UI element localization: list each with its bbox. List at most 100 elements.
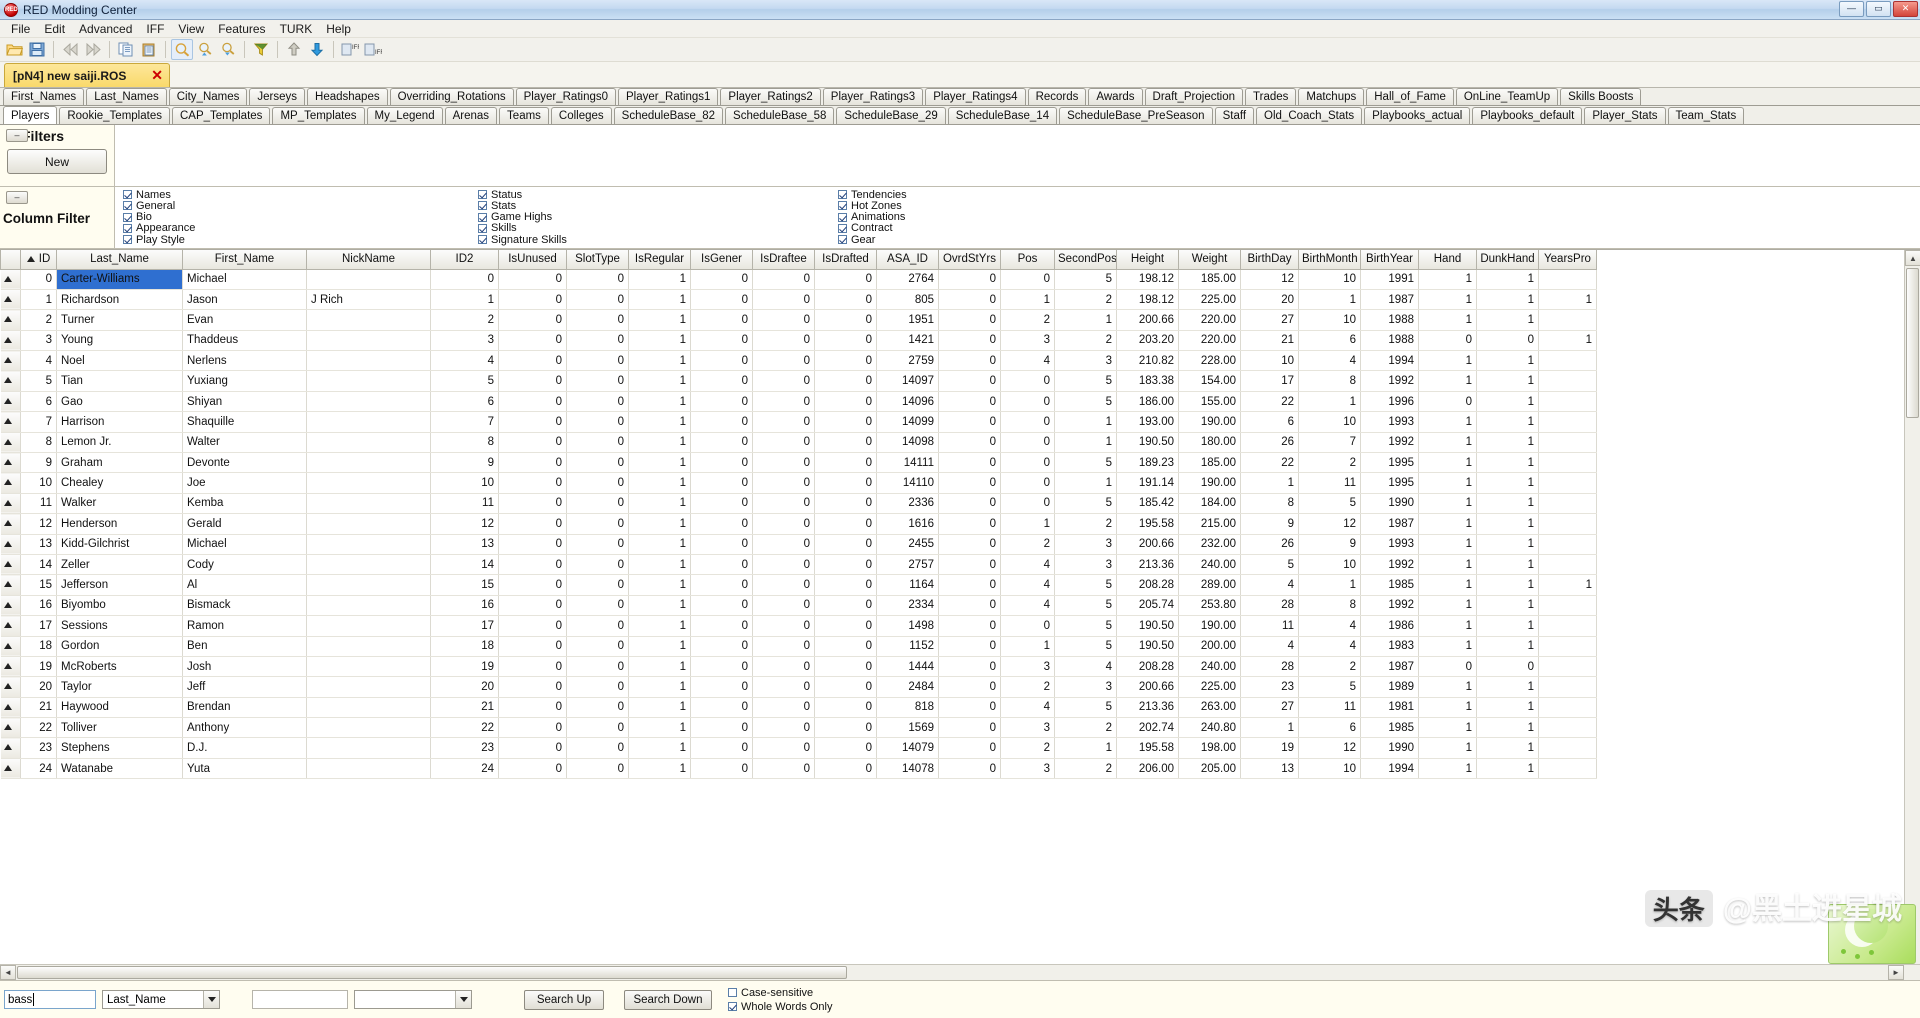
cell-nickname[interactable] (306, 595, 431, 617)
cell-isregular[interactable]: 1 (628, 737, 691, 759)
table-row[interactable]: 17 Sessions Ramon 17 0 0 1 0 0 0 1498 0 0 5 190.50 190.… (0, 615, 1597, 637)
cell-isgener[interactable]: 0 (690, 717, 753, 739)
new-filter-button[interactable]: New (7, 149, 107, 174)
cell-secondpos[interactable]: 5 (1054, 452, 1117, 474)
cell-yearspro[interactable] (1538, 391, 1597, 413)
cell-weight[interactable]: 185.00 (1178, 269, 1241, 290)
cell-weight[interactable]: 220.00 (1178, 309, 1241, 331)
cell-hand[interactable]: 1 (1418, 452, 1477, 474)
cell-birthmonth[interactable]: 1 (1298, 391, 1361, 413)
cell-slottype[interactable]: 0 (566, 574, 629, 596)
cell-ovrdstyrs[interactable]: 0 (938, 656, 1001, 678)
cell-birthyear[interactable]: 1990 (1360, 493, 1419, 515)
cell-isunused[interactable]: 0 (498, 309, 567, 331)
cell-weight[interactable]: 190.00 (1178, 411, 1241, 433)
cell-isregular[interactable]: 1 (628, 289, 691, 311)
cell-height[interactable]: 208.28 (1116, 656, 1179, 678)
tab-old-coach-stats[interactable]: Old_Coach_Stats (1256, 107, 1363, 124)
cell-isregular[interactable]: 1 (628, 534, 691, 555)
cell-asa_id[interactable]: 1569 (876, 717, 939, 739)
cell-height[interactable]: 206.00 (1116, 758, 1179, 780)
cell-isgener[interactable]: 0 (690, 513, 753, 535)
column-header-weight[interactable]: Weight (1178, 250, 1241, 270)
cell-birthday[interactable]: 1 (1240, 717, 1299, 739)
cell-isgener[interactable]: 0 (690, 636, 753, 657)
cell-dunkhand[interactable]: 1 (1476, 432, 1539, 454)
cell-isunused[interactable]: 0 (498, 330, 567, 352)
cell-id[interactable]: 18 (20, 636, 57, 657)
file-tab-ros[interactable]: [pN4] new saiji.ROS ✕ (4, 63, 170, 87)
tab-schedulebase-29[interactable]: ScheduleBase_29 (836, 107, 946, 124)
cell-hand[interactable]: 0 (1418, 330, 1477, 352)
horizontal-scroll-thumb[interactable] (17, 966, 847, 979)
cell-pos[interactable]: 0 (1000, 391, 1055, 413)
cell-id[interactable]: 24 (20, 758, 57, 780)
cell-nickname[interactable] (306, 472, 431, 494)
cell-isdraftee[interactable]: 0 (752, 391, 815, 413)
cell-asa_id[interactable]: 1152 (876, 636, 939, 657)
cell-id[interactable]: 19 (20, 656, 57, 678)
cell-birthyear[interactable]: 1991 (1360, 269, 1419, 290)
cell-id2[interactable]: 15 (430, 574, 499, 596)
tab-team-stats[interactable]: Team_Stats (1667, 107, 1745, 124)
cell-isregular[interactable]: 1 (628, 370, 691, 392)
open-folder-icon[interactable] (3, 39, 25, 60)
cell-isdrafted[interactable]: 0 (814, 309, 877, 331)
cell-secondpos[interactable]: 5 (1054, 595, 1117, 617)
cell-last_name[interactable]: Watanabe (56, 758, 183, 780)
cell-height[interactable]: 213.36 (1116, 554, 1179, 576)
cell-nickname[interactable] (306, 534, 431, 555)
table-row[interactable]: 14 Zeller Cody 14 0 0 1 0 0 0 2757 0 4 3 213.36 240.00 5… (0, 554, 1597, 576)
filters-collapse-button[interactable]: – (6, 129, 28, 142)
copy-icon[interactable] (115, 39, 137, 60)
cell-slottype[interactable]: 0 (566, 737, 629, 759)
cell-isdrafted[interactable]: 0 (814, 636, 877, 657)
cell-yearspro[interactable] (1538, 472, 1597, 494)
cell-birthyear[interactable]: 1994 (1360, 350, 1419, 372)
cell-isregular[interactable]: 1 (628, 615, 691, 637)
paste-icon[interactable] (138, 39, 160, 60)
cell-ovrdstyrs[interactable]: 0 (938, 391, 1001, 413)
cell-nickname[interactable]: J Rich (306, 289, 431, 311)
cell-hand[interactable]: 1 (1418, 269, 1477, 290)
cell-last_name[interactable]: Chealey (56, 472, 183, 494)
cell-first_name[interactable]: Josh (182, 656, 307, 678)
cell-weight[interactable]: 180.00 (1178, 432, 1241, 454)
cell-isgener[interactable]: 0 (690, 574, 753, 596)
row-selector[interactable] (0, 330, 21, 352)
zoom-out-icon[interactable] (217, 39, 239, 60)
column-filter-option[interactable]: Game Highs (478, 211, 838, 223)
cell-isunused[interactable]: 0 (498, 269, 567, 290)
cell-isregular[interactable]: 1 (628, 574, 691, 596)
cell-isdraftee[interactable]: 0 (752, 289, 815, 311)
cell-isdraftee[interactable]: 0 (752, 370, 815, 392)
cell-dunkhand[interactable]: 1 (1476, 309, 1539, 331)
cell-birthday[interactable]: 28 (1240, 656, 1299, 678)
cell-birthday[interactable]: 4 (1240, 574, 1299, 596)
cell-asa_id[interactable]: 2484 (876, 676, 939, 698)
row-selector[interactable] (0, 391, 21, 413)
cell-isregular[interactable]: 1 (628, 411, 691, 433)
cell-last_name[interactable]: Graham (56, 452, 183, 474)
cell-weight[interactable]: 215.00 (1178, 513, 1241, 535)
cell-weight[interactable]: 228.00 (1178, 350, 1241, 372)
cell-isgener[interactable]: 0 (690, 432, 753, 454)
cell-slottype[interactable]: 0 (566, 697, 629, 719)
cell-isregular[interactable]: 1 (628, 330, 691, 352)
cell-isdraftee[interactable]: 0 (752, 697, 815, 719)
cell-pos[interactable]: 1 (1000, 636, 1055, 657)
cell-weight[interactable]: 220.00 (1178, 330, 1241, 352)
table-row[interactable]: 9 Graham Devonte 9 0 0 1 0 0 0 14111 0 0 5 189.23 185.0… (0, 452, 1597, 474)
row-selector[interactable] (0, 595, 21, 617)
cell-id2[interactable]: 1 (430, 289, 499, 311)
cell-isregular[interactable]: 1 (628, 656, 691, 678)
cell-slottype[interactable]: 0 (566, 350, 629, 372)
cell-birthday[interactable]: 1 (1240, 472, 1299, 494)
cell-height[interactable]: 183.38 (1116, 370, 1179, 392)
cell-asa_id[interactable]: 14099 (876, 411, 939, 433)
cell-weight[interactable]: 263.00 (1178, 697, 1241, 719)
cell-nickname[interactable] (306, 309, 431, 331)
cell-secondpos[interactable]: 2 (1054, 330, 1117, 352)
column-filter-option[interactable]: Contract (838, 222, 1198, 234)
checkbox[interactable] (123, 235, 132, 245)
